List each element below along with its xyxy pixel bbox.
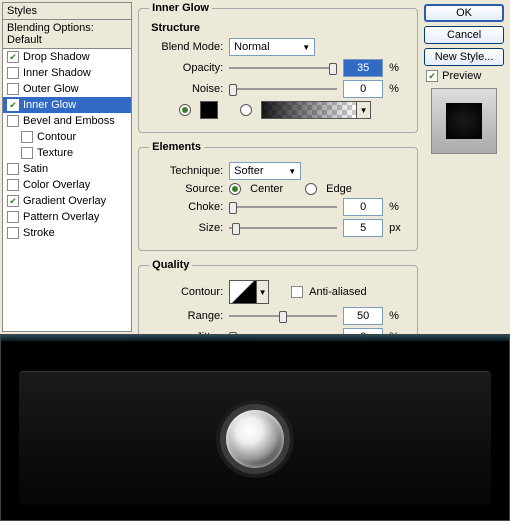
- style-checkbox[interactable]: [7, 115, 19, 127]
- range-input[interactable]: 50: [343, 307, 383, 325]
- styles-title: Styles: [3, 3, 131, 20]
- blend-mode-select[interactable]: Normal▼: [229, 38, 315, 56]
- styles-panel: Styles Blending Options: Default Drop Sh…: [2, 2, 132, 332]
- orb-shape: [226, 410, 284, 468]
- style-label: Inner Glow: [23, 99, 76, 111]
- chevron-down-icon[interactable]: ▼: [257, 280, 269, 304]
- noise-input[interactable]: 0: [343, 80, 383, 98]
- color-radio[interactable]: [179, 104, 191, 116]
- size-input[interactable]: 5: [343, 219, 383, 237]
- source-center-radio[interactable]: [229, 183, 241, 195]
- source-edge-radio[interactable]: [305, 183, 317, 195]
- chevron-down-icon: ▼: [288, 167, 296, 176]
- choke-input[interactable]: 0: [343, 198, 383, 216]
- gradient-radio[interactable]: [240, 104, 252, 116]
- opacity-slider[interactable]: [229, 61, 337, 75]
- style-label: Drop Shadow: [23, 51, 90, 63]
- style-checkbox[interactable]: [21, 131, 33, 143]
- style-item-satin[interactable]: Satin: [3, 161, 131, 177]
- style-checkbox[interactable]: [7, 179, 19, 191]
- antialiased-checkbox[interactable]: [291, 286, 303, 298]
- style-label: Texture: [37, 147, 73, 159]
- choke-label: Choke:: [149, 201, 223, 213]
- ok-button[interactable]: OK: [424, 4, 504, 22]
- antialiased-label: Anti-aliased: [309, 286, 366, 298]
- chevron-down-icon: ▼: [302, 43, 310, 52]
- choke-unit: %: [389, 201, 407, 213]
- contour-picker[interactable]: [229, 280, 257, 304]
- chevron-down-icon[interactable]: ▼: [357, 101, 371, 119]
- opacity-input[interactable]: 35: [343, 59, 383, 77]
- preview-checkbox[interactable]: [426, 70, 438, 82]
- technique-label: Technique:: [149, 165, 223, 177]
- inner-glow-fieldset: Inner Glow Structure Blend Mode: Normal▼…: [138, 2, 418, 133]
- elements-fieldset: Elements Technique: Softer▼ Source: Cent…: [138, 141, 418, 251]
- range-unit: %: [389, 310, 407, 322]
- new-style-button[interactable]: New Style...: [424, 48, 504, 66]
- preview-box: [431, 88, 497, 154]
- style-label: Color Overlay: [23, 179, 90, 191]
- canvas-preview: [0, 334, 510, 521]
- color-swatch[interactable]: [200, 101, 218, 119]
- technique-select[interactable]: Softer▼: [229, 162, 301, 180]
- style-checkbox[interactable]: [7, 163, 19, 175]
- preview-swatch: [446, 103, 482, 139]
- style-checkbox[interactable]: [7, 99, 19, 111]
- style-item-drop-shadow[interactable]: Drop Shadow: [3, 49, 131, 65]
- style-checkbox[interactable]: [7, 227, 19, 239]
- drawer-shape: [19, 371, 491, 506]
- style-label: Contour: [37, 131, 76, 143]
- blend-mode-label: Blend Mode:: [149, 41, 223, 53]
- style-checkbox[interactable]: [7, 51, 19, 63]
- style-checkbox[interactable]: [7, 83, 19, 95]
- source-label: Source:: [149, 183, 223, 195]
- size-label: Size:: [149, 222, 223, 234]
- action-panel: OK Cancel New Style... Preview: [424, 0, 510, 334]
- style-item-gradient-overlay[interactable]: Gradient Overlay: [3, 193, 131, 209]
- style-label: Pattern Overlay: [23, 211, 99, 223]
- style-label: Gradient Overlay: [23, 195, 106, 207]
- style-label: Stroke: [23, 227, 55, 239]
- style-checkbox[interactable]: [7, 211, 19, 223]
- cancel-button[interactable]: Cancel: [424, 26, 504, 44]
- style-item-stroke[interactable]: Stroke: [3, 225, 131, 241]
- opacity-unit: %: [389, 62, 407, 74]
- quality-heading: Quality: [149, 259, 192, 271]
- contour-label: Contour:: [149, 286, 223, 298]
- style-label: Outer Glow: [23, 83, 79, 95]
- size-unit: px: [389, 222, 407, 234]
- blending-options[interactable]: Blending Options: Default: [3, 20, 131, 49]
- style-checkbox[interactable]: [7, 67, 19, 79]
- elements-heading: Elements: [149, 141, 204, 153]
- style-item-pattern-overlay[interactable]: Pattern Overlay: [3, 209, 131, 225]
- source-center-label: Center: [250, 183, 283, 195]
- noise-unit: %: [389, 83, 407, 95]
- style-item-inner-shadow[interactable]: Inner Shadow: [3, 65, 131, 81]
- style-item-inner-glow[interactable]: Inner Glow: [3, 97, 131, 113]
- style-item-texture[interactable]: Texture: [3, 145, 131, 161]
- settings-panel: Inner Glow Structure Blend Mode: Normal▼…: [136, 0, 424, 334]
- range-label: Range:: [149, 310, 223, 322]
- choke-slider[interactable]: [229, 200, 337, 214]
- noise-slider[interactable]: [229, 82, 337, 96]
- source-edge-label: Edge: [326, 183, 352, 195]
- panel-title: Inner Glow: [149, 2, 212, 14]
- style-checkbox[interactable]: [7, 195, 19, 207]
- preview-label: Preview: [442, 70, 481, 82]
- structure-heading: Structure: [151, 22, 407, 34]
- style-label: Bevel and Emboss: [23, 115, 115, 127]
- style-item-bevel-and-emboss[interactable]: Bevel and Emboss: [3, 113, 131, 129]
- style-item-outer-glow[interactable]: Outer Glow: [3, 81, 131, 97]
- opacity-label: Opacity:: [149, 62, 223, 74]
- gradient-picker[interactable]: [261, 101, 357, 119]
- style-label: Inner Shadow: [23, 67, 91, 79]
- size-slider[interactable]: [229, 221, 337, 235]
- range-slider[interactable]: [229, 309, 337, 323]
- noise-label: Noise:: [149, 83, 223, 95]
- style-label: Satin: [23, 163, 48, 175]
- style-checkbox[interactable]: [21, 147, 33, 159]
- style-item-contour[interactable]: Contour: [3, 129, 131, 145]
- style-item-color-overlay[interactable]: Color Overlay: [3, 177, 131, 193]
